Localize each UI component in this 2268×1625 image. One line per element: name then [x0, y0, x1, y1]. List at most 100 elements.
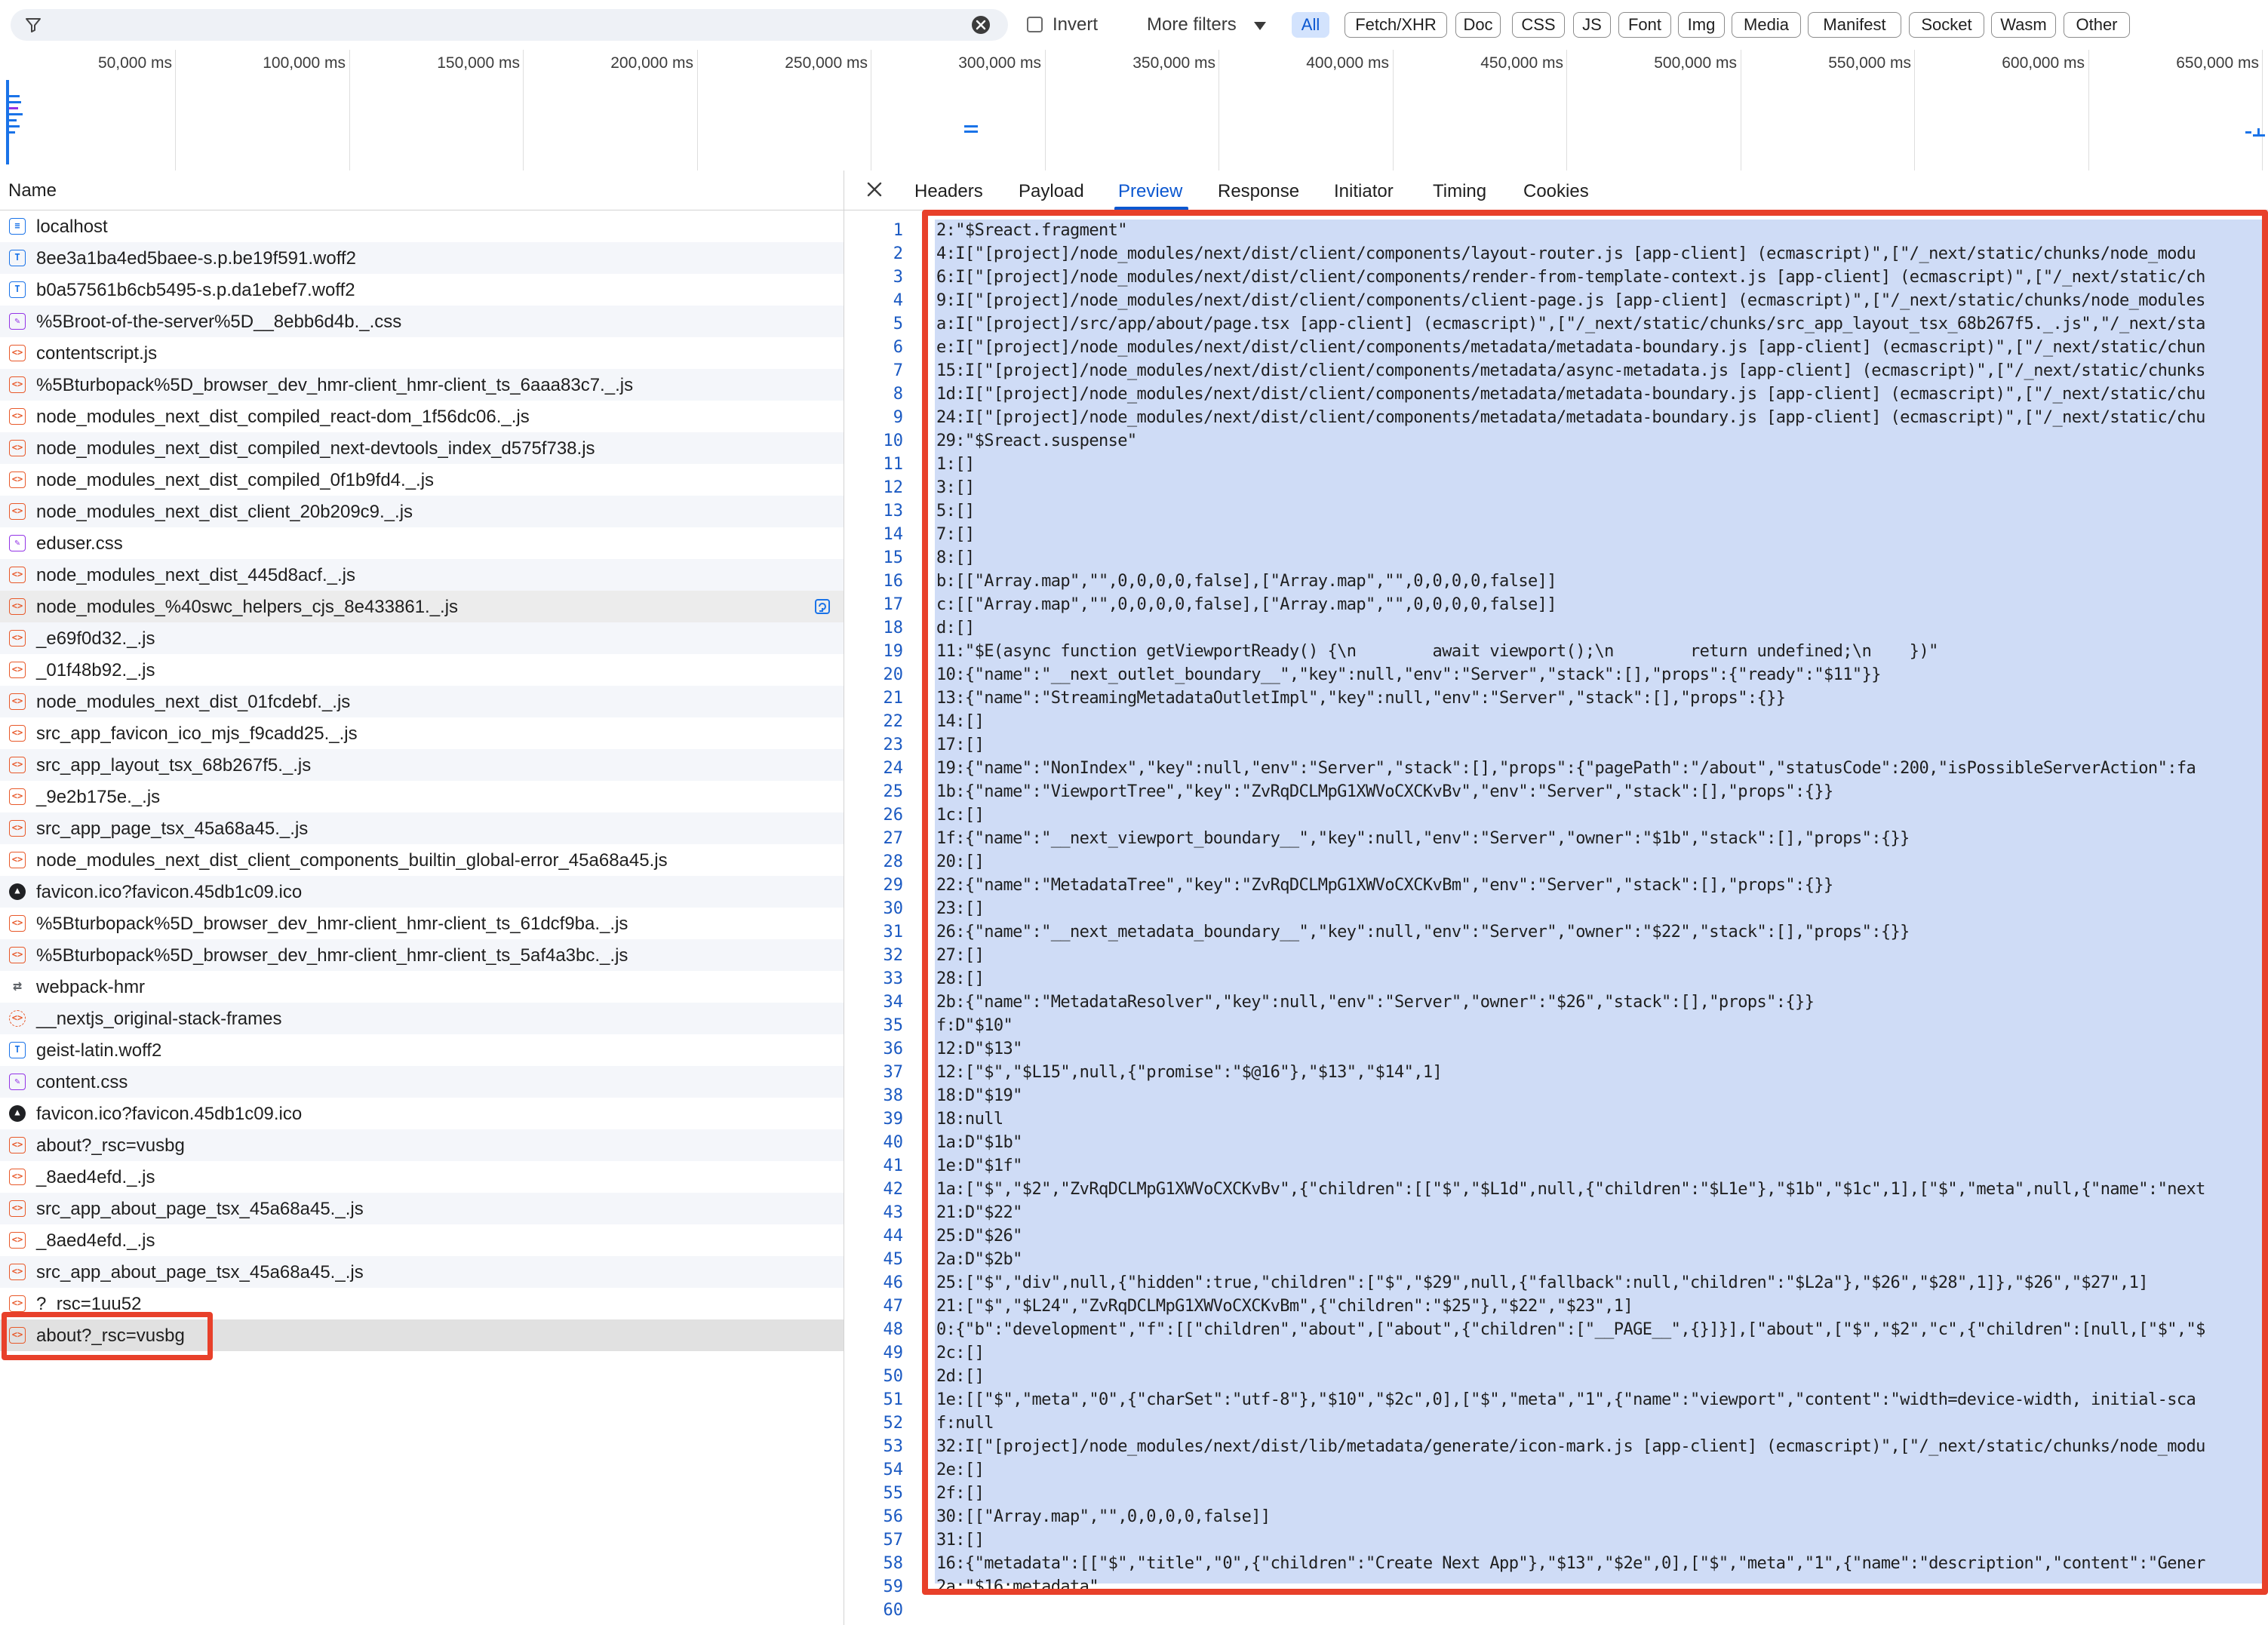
request-row[interactable]: Tb0a57561b6cb5495-s.p.da1ebef7.woff2 [0, 274, 844, 306]
request-row[interactable]: <> src_app_page_tsx_45a68a45._.js [0, 812, 844, 844]
line-number: 11 [883, 455, 904, 474]
request-row[interactable]: <> node_modules_next_dist_compiled_next-d… [0, 432, 844, 464]
code-line: b:[["Array.map","",0,0,0,0,false],["Arra… [936, 572, 1557, 591]
request-row[interactable]: <> _8aed4efd._.js [0, 1161, 844, 1193]
request-row[interactable]: <> _01f48b92._.js [0, 654, 844, 686]
request-row[interactable]: <> src_app_layout_tsx_68b267f5._.js [0, 749, 844, 781]
request-name: favicon.ico?favicon.45db1c09.ico [36, 882, 303, 902]
line-number: 5 [893, 315, 903, 333]
request-row[interactable]: Tgeist-latin.woff2 [0, 1034, 844, 1066]
request-name: eduser.css [36, 533, 123, 554]
line-number: 36 [883, 1040, 904, 1058]
tab-initiator[interactable]: Initiator [1334, 181, 1394, 202]
filter-chip-all[interactable]: All [1292, 12, 1329, 38]
line-number: 4 [893, 291, 903, 310]
code-line: 1c:[] [936, 806, 985, 825]
request-row[interactable]: <> src_app_about_page_tsx_45a68a45._.js [0, 1256, 844, 1288]
override-content-icon[interactable] [813, 597, 831, 616]
request-name: node_modules_next_dist_compiled_0f1b9fd4… [36, 470, 435, 490]
tab-response[interactable]: Response [1218, 181, 1299, 202]
tab-payload[interactable]: Payload [1019, 181, 1084, 202]
clear-filter-icon[interactable] [970, 14, 991, 35]
code-line: 15:I["[project]/node_modules/next/dist/c… [936, 361, 2205, 380]
request-row[interactable]: <> %5Bturbopack%5D_browser_dev_hmr-client… [0, 939, 844, 971]
request-row[interactable]: <> about?_rsc=vusbg [0, 1129, 844, 1161]
request-row[interactable]: T 8ee3a1ba4ed5baee-s.p.be19f591.woff2 [0, 242, 844, 274]
details-tab-bar: Headers Payload Preview Response Initiat… [844, 170, 2268, 210]
request-row[interactable]: <> node_modules_next_dist_client_componen… [0, 844, 844, 876]
more-filters-dropdown[interactable]: More filters [1147, 14, 1237, 35]
script-file-icon: <> [9, 757, 26, 773]
request-row[interactable]: <> node_modules_next_dist_compiled_0f1b9f… [0, 464, 844, 496]
request-name: node_modules_next_dist_445d8acf._.js [36, 565, 355, 585]
filter-chip-css[interactable]: CSS [1512, 12, 1565, 38]
filter-chip-wasm[interactable]: Wasm [1991, 12, 2056, 38]
filter-chip-socket[interactable]: Socket [1909, 12, 1984, 38]
request-row[interactable]: ▲ favicon.ico?favicon.45db1c09.ico [0, 1098, 844, 1129]
request-row[interactable]: <> node_modules_next_dist_01fcdebf._.js [0, 686, 844, 717]
request-row[interactable]: ▲ favicon.ico?favicon.45db1c09.ico [0, 876, 844, 908]
tab-cookies[interactable]: Cookies [1523, 181, 1589, 202]
close-icon[interactable] [865, 180, 884, 199]
tab-headers[interactable]: Headers [914, 181, 983, 202]
request-row[interactable]: ✎ content.css [0, 1066, 844, 1098]
request-name: geist-latin.woff2 [36, 1040, 162, 1061]
filter-chip-media[interactable]: Media [1732, 12, 1801, 38]
preview-code-view[interactable]: 1 2:"$Sreact.fragment" 2 4:I["[project]/nod… [844, 210, 2268, 1625]
line-number: 10 [883, 432, 904, 450]
filter-chip-js[interactable]: JS [1573, 12, 1611, 38]
line-number: 18 [883, 619, 904, 637]
filter-chip-fetch-xhr[interactable]: Fetch/XHR [1345, 12, 1447, 38]
request-name: node_modules_next_dist_01fcdebf._.js [36, 692, 351, 712]
request-row[interactable]: <> node_modules_next_dist_client_20b209c9… [0, 496, 844, 527]
code-line: d:[] [936, 619, 975, 637]
request-name: _9e2b175e._.js [36, 787, 161, 807]
request-name: %5Bturbopack%5D_browser_dev_hmr-client_h… [36, 375, 634, 395]
request-row[interactable]: <> node_modules_next_dist_compiled_react-… [0, 401, 844, 432]
code-line: 13:{"name":"StreamingMetadataOutletImpl"… [936, 689, 1786, 708]
filter-chip-other[interactable]: Other [2064, 12, 2130, 38]
line-number: 50 [883, 1367, 904, 1386]
filter-chip-img[interactable]: Img [1678, 12, 1725, 38]
line-number: 38 [883, 1086, 904, 1105]
request-row[interactable]: <> src_app_about_page_tsx_45a68a45._.js [0, 1193, 844, 1224]
script-file-icon: <> [9, 1295, 26, 1312]
code-line: 31:[] [936, 1531, 985, 1550]
request-row[interactable]: <> __nextjs_original-stack-frames [0, 1003, 844, 1034]
tab-preview[interactable]: Preview [1118, 181, 1182, 202]
request-row[interactable]: ✎ %5Broot-of-the-server%5D__8ebb6d4b._.cs… [0, 306, 844, 337]
request-row[interactable]: ⇄ webpack-hmr [0, 971, 844, 1003]
script-file-icon: <> [9, 440, 26, 456]
request-row[interactable]: ≡ localhost [0, 210, 844, 242]
invert-label: Invert [1053, 14, 1099, 35]
request-row[interactable]: <> %5Bturbopack%5D_browser_dev_hmr-client… [0, 369, 844, 401]
filter-chip-doc[interactable]: Doc [1455, 12, 1501, 38]
request-row[interactable]: <> about?_rsc=vusbg [0, 1319, 844, 1351]
code-line: 1f:{"name":"__next_viewport_boundary__",… [936, 829, 1910, 848]
request-row[interactable]: <> _9e2b175e._.js [0, 781, 844, 812]
request-row[interactable]: <> src_app_favicon_ico_mjs_f9cadd25._.js [0, 717, 844, 749]
code-line: 19:{"name":"NonIndex","key":null,"env":"… [936, 759, 2196, 778]
name-column-header[interactable]: Name [0, 170, 844, 210]
filter-chip-font[interactable]: Font [1618, 12, 1671, 38]
line-number: 45 [883, 1250, 904, 1269]
filter-input[interactable] [11, 9, 1008, 41]
request-row[interactable]: <> %5Bturbopack%5D_browser_dev_hmr-client… [0, 908, 844, 939]
request-row[interactable]: ✎ eduser.css [0, 527, 844, 559]
request-row[interactable]: <> node_modules_next_dist_445d8acf._.js [0, 559, 844, 591]
line-number: 24 [883, 759, 904, 778]
request-row[interactable]: <> contentscript.js [0, 337, 844, 369]
request-row[interactable]: <> _e69f0d32._.js [0, 622, 844, 654]
network-overview-timeline[interactable]: 50,000 ms 100,000 ms 150,000 ms 200,000 … [0, 50, 2268, 171]
request-row[interactable]: <> node_modules_%40swc_helpers_cjs_8e4338… [0, 591, 844, 622]
request-row[interactable]: <> ?_rsc=1uu52 [0, 1288, 844, 1319]
request-row[interactable]: <> _8aed4efd._.js [0, 1224, 844, 1256]
code-line: 25:D"$26" [936, 1227, 1022, 1246]
line-number: 60 [883, 1601, 904, 1620]
tab-timing[interactable]: Timing [1433, 181, 1486, 202]
filter-chip-manifest[interactable]: Manifest [1808, 12, 1901, 38]
request-name: contentscript.js [36, 343, 158, 364]
line-number: 37 [883, 1063, 904, 1082]
code-line: 2c:[] [936, 1344, 985, 1362]
invert-checkbox[interactable] [1027, 17, 1043, 32]
